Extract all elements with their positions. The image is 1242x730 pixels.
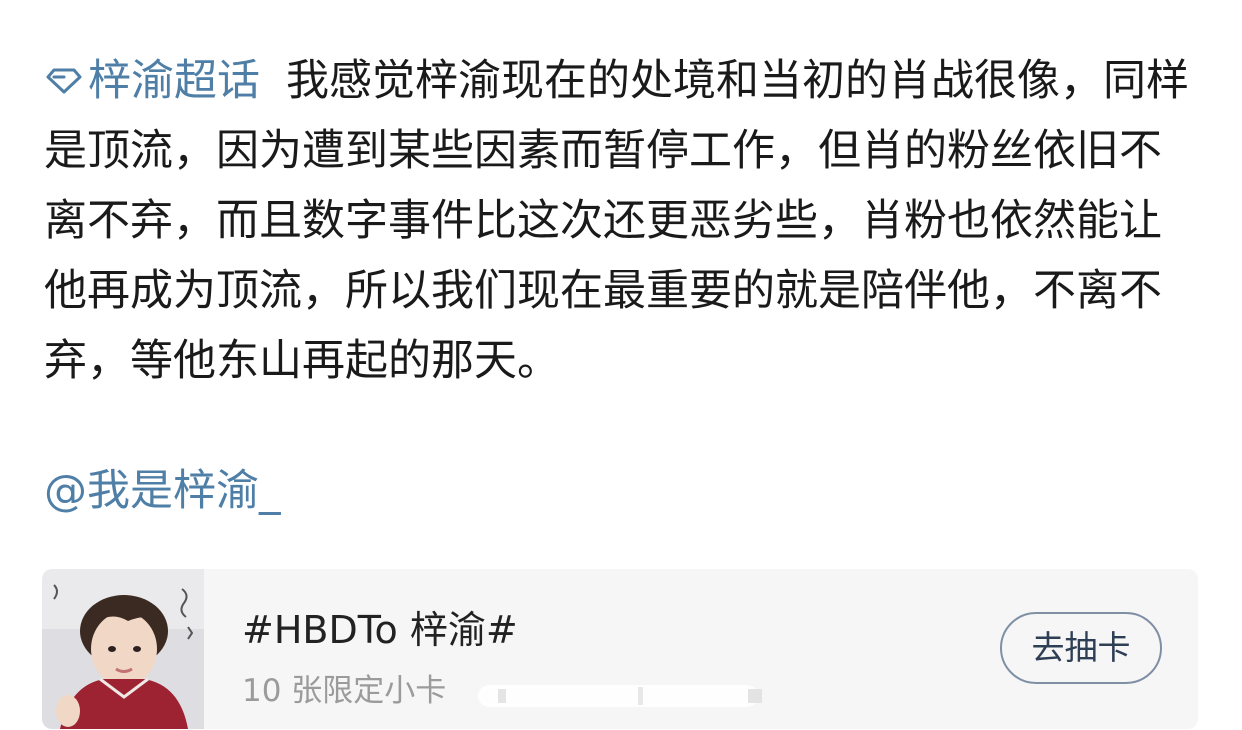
topic-link[interactable]: 梓渝超话	[44, 56, 260, 106]
card-widget[interactable]: #HBDTo 梓渝# 10 张限定小卡 去抽卡	[42, 569, 1198, 729]
card-thumbnail	[42, 569, 204, 729]
card-subtitle: 10 张限定小卡	[242, 673, 447, 709]
draw-card-button[interactable]: 去抽卡	[1000, 612, 1162, 684]
diamond-icon	[44, 46, 84, 116]
weibo-post-screenshot: 梓渝超话 我感觉梓渝现在的处境和当初的肖战很像，同样是顶流，因为遭到某些因素而暂停…	[0, 0, 1242, 730]
watermark-graphic	[478, 681, 778, 711]
topic-label[interactable]: 梓渝超话	[88, 56, 260, 106]
mention-link[interactable]: @我是梓渝_	[44, 456, 281, 526]
post-body: 梓渝超话 我感觉梓渝现在的处境和当初的肖战很像，同样是顶流，因为遭到某些因素而暂停…	[44, 46, 1194, 396]
card-title[interactable]: #HBDTo 梓渝#	[242, 599, 518, 654]
